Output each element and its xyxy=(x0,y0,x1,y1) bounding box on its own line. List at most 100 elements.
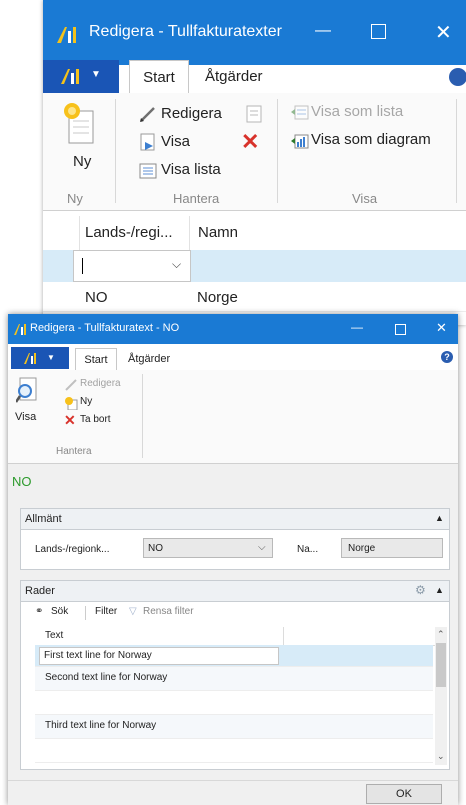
table-row[interactable] xyxy=(35,691,433,715)
column-header-text[interactable]: Text xyxy=(45,630,63,641)
region-code-field[interactable]: NO ⌵ xyxy=(143,538,273,558)
chart-icon xyxy=(291,134,309,149)
title-bar: Redigera - Tullfakturatexter — ✕ xyxy=(43,0,466,65)
chevron-down-icon[interactable]: ⌵ xyxy=(172,257,181,272)
region-code-label: Lands-/regionk... xyxy=(35,544,110,555)
group-label-hantera: Hantera xyxy=(56,446,92,457)
lines-grid-header: Text xyxy=(35,627,435,646)
tab-atgarder[interactable]: Åtgärder xyxy=(205,68,263,85)
app-logo-icon xyxy=(61,69,79,84)
delete-x-icon[interactable]: ✕ xyxy=(241,129,259,155)
tab-start[interactable]: Start xyxy=(129,60,189,94)
table-cell-text: First text line for Norway xyxy=(44,650,152,661)
new-button[interactable]: Ny xyxy=(61,101,95,170)
table-cell-text: Third text line for Norway xyxy=(45,720,157,731)
front-window: Redigera - Tullfakturatext - NO — ✕ ▼ St… xyxy=(8,314,458,805)
fasttab-header[interactable]: Allmänt ▲ xyxy=(21,509,449,530)
scrollbar-thumb[interactable] xyxy=(436,643,446,687)
group-separator xyxy=(277,99,278,203)
vertical-scrollbar[interactable]: ⌃ ⌄ xyxy=(435,627,447,765)
group-separator xyxy=(115,99,116,203)
column-header-name[interactable]: Namn xyxy=(198,224,238,241)
filter-button[interactable]: Filter xyxy=(95,606,117,617)
region-code-input[interactable]: ⌵ xyxy=(73,250,191,282)
app-menu-button[interactable]: ▼ xyxy=(11,347,69,369)
magnifier-view-icon xyxy=(16,377,37,403)
app-logo-icon xyxy=(14,324,26,335)
name-value: Norge xyxy=(348,543,376,554)
chevron-down-icon: ▼ xyxy=(47,353,55,362)
text-input[interactable]: First text line for Norway xyxy=(39,647,279,665)
table-row[interactable]: Third text line for Norway xyxy=(35,715,433,739)
view-button[interactable]: Visa xyxy=(12,376,42,426)
ok-button[interactable]: OK xyxy=(366,784,442,804)
table-cell-text: Second text line for Norway xyxy=(45,672,168,683)
maximize-button[interactable] xyxy=(371,24,386,39)
new-label: Ny xyxy=(73,153,92,170)
maximize-button[interactable] xyxy=(395,324,406,335)
edit-label: Redigera xyxy=(80,378,121,389)
show-as-list-label: Visa som lista xyxy=(311,103,404,120)
window-title: Redigera - Tullfakturatexter xyxy=(89,23,282,40)
group-label-visa: Visa xyxy=(352,191,378,206)
pencil-icon xyxy=(65,379,77,391)
search-label: Sök xyxy=(51,606,69,617)
help-icon[interactable]: ? xyxy=(441,351,453,363)
tab-start[interactable]: Start xyxy=(75,348,117,371)
close-button[interactable]: ✕ xyxy=(436,320,447,336)
new-document-icon xyxy=(64,103,94,144)
clear-filter-label: Rensa filter xyxy=(143,606,194,617)
ribbon: Ny Redigera Visa ✕ Visa lista Visa som l… xyxy=(43,93,466,211)
grid-header: Lands-/regi... Namn xyxy=(79,216,466,251)
column-header-code[interactable]: Lands-/regi... xyxy=(85,224,173,241)
table-cell-code: NO xyxy=(85,289,108,306)
view-list-label: Visa lista xyxy=(161,161,221,178)
app-menu-button[interactable]: ▼ xyxy=(43,60,119,93)
app-logo-icon xyxy=(57,25,79,46)
background-window: Redigera - Tullfakturatexter — ✕ ▼ Start… xyxy=(43,0,466,325)
tab-atgarder[interactable]: Åtgärder xyxy=(128,353,170,365)
minimize-button[interactable]: — xyxy=(315,22,331,40)
text-cursor xyxy=(82,258,83,274)
chevron-down-icon[interactable]: ⌵ xyxy=(258,542,266,553)
pencil-icon xyxy=(140,107,155,122)
view-icon xyxy=(140,133,155,151)
help-icon[interactable] xyxy=(449,68,466,86)
view-label: Visa xyxy=(161,133,190,150)
app-logo-icon xyxy=(24,353,36,364)
group-separator xyxy=(142,374,143,458)
new-document-icon xyxy=(65,397,78,410)
fasttab-allmant: Allmänt ▲ Lands-/regionk... NO ⌵ Na... N… xyxy=(20,508,450,570)
show-as-chart-label: Visa som diagram xyxy=(311,131,431,148)
table-cell-name: Norge xyxy=(197,289,238,306)
lines-grid-body: First text line for Norway Second text l… xyxy=(35,645,435,765)
record-caption: NO xyxy=(12,474,32,489)
title-bar: Redigera - Tullfakturatext - NO — ✕ xyxy=(8,314,458,344)
delete-label: Ta bort xyxy=(80,414,111,425)
gear-icon[interactable]: ⚙ xyxy=(415,583,426,597)
chevron-up-icon[interactable]: ▲ xyxy=(435,585,444,595)
scroll-up-icon[interactable]: ⌃ xyxy=(437,629,445,640)
table-row[interactable]: First text line for Norway xyxy=(35,645,433,667)
fasttab-rader: Rader ⚙ ▲ ⚭ Sök Filter ▽ Rensa filter Te… xyxy=(20,580,450,770)
name-label: Na... xyxy=(297,544,319,555)
edit-label: Redigera xyxy=(161,105,222,122)
region-code-value: NO xyxy=(148,543,163,554)
group-separator xyxy=(456,99,457,203)
table-row[interactable] xyxy=(35,739,433,763)
list-icon[interactable] xyxy=(245,105,263,123)
scroll-down-icon[interactable]: ⌄ xyxy=(437,751,445,762)
fasttab-header[interactable]: Rader ⚙ ▲ xyxy=(21,581,449,602)
table-row[interactable]: NO Norge xyxy=(43,282,466,312)
minimize-button[interactable]: — xyxy=(351,320,363,334)
table-row[interactable]: Second text line for Norway xyxy=(35,667,433,691)
ribbon: Visa Redigera Ny ✕ Ta bort Hantera xyxy=(8,370,458,464)
close-button[interactable]: ✕ xyxy=(435,20,452,45)
group-label-ny: Ny xyxy=(67,191,83,206)
filter-icon: ▽ xyxy=(129,606,137,617)
name-field[interactable]: Norge xyxy=(341,538,443,558)
lines-toolbar: ⚭ Sök Filter ▽ Rensa filter xyxy=(21,601,449,623)
list-icon xyxy=(139,163,157,179)
chevron-up-icon[interactable]: ▲ xyxy=(435,513,444,523)
view-label: Visa xyxy=(15,411,37,423)
